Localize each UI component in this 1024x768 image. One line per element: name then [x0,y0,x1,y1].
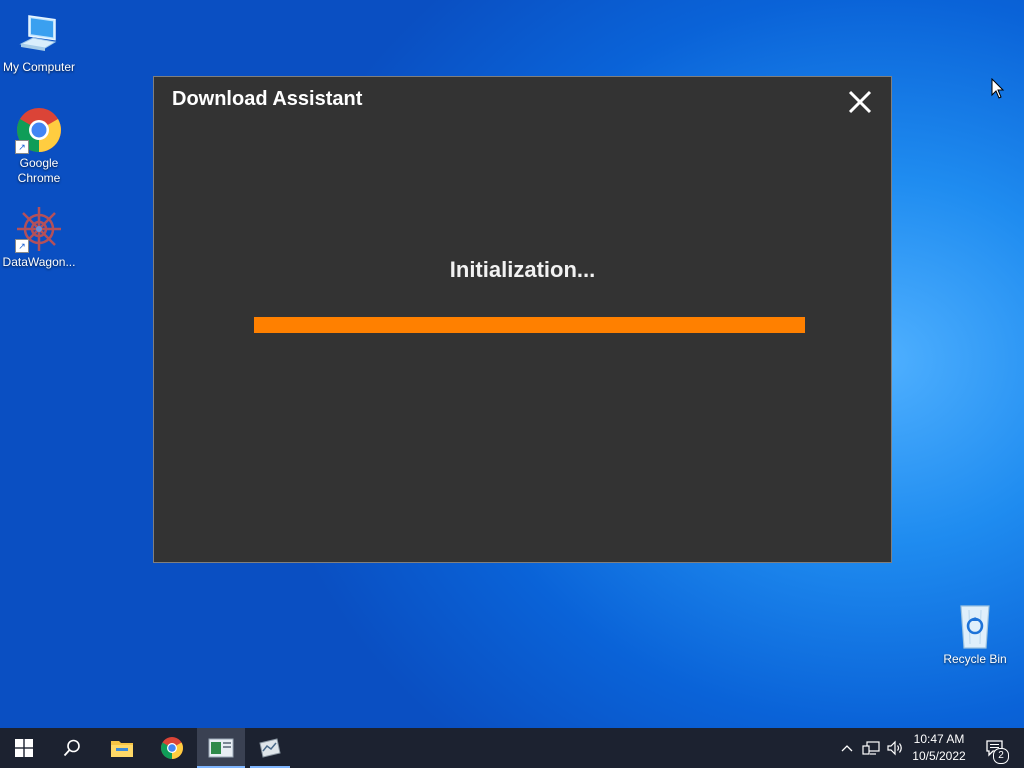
recycle-bin-icon [951,602,999,650]
progress-bar [254,317,805,333]
desktop-icon-label: Google Chrome [17,156,61,185]
datawagon-icon: ↗ [15,205,63,253]
windows-start-icon [15,739,33,757]
search-icon [63,739,80,757]
chrome-icon: ↗ [15,106,63,154]
start-button[interactable] [0,728,48,768]
speaker-icon [887,740,902,756]
taskbar-datawagon[interactable] [246,728,294,768]
shortcut-arrow-icon: ↗ [15,140,29,154]
taskbar-chrome[interactable] [148,728,196,768]
taskbar-clock[interactable]: 10:47 AM 10/5/2022 [904,731,974,765]
download-assistant-dialog: Download Assistant Initialization... [153,76,892,563]
taskbar-download-assistant[interactable] [197,728,245,768]
shortcut-arrow-icon: ↗ [15,239,29,253]
show-hidden-icons-button[interactable] [838,728,856,768]
chevron-up-icon [841,745,853,752]
desktop-icon-label: My Computer [2,60,76,74]
close-icon [848,90,872,114]
file-explorer-icon [111,741,133,757]
network-icon [862,741,880,755]
progress-fill [254,317,805,333]
desktop-icon-label: Recycle Bin [943,652,1007,666]
clock-time: 10:47 AM [913,732,965,746]
clock-date: 10/5/2022 [912,749,966,763]
search-button[interactable] [48,728,96,768]
desktop-icon-datawagon[interactable]: ↗ DataWagon... [0,205,78,270]
desktop-icon-recycle-bin[interactable]: Recycle Bin [936,602,1014,667]
chrome-icon [161,737,183,759]
mouse-cursor-icon [991,77,1005,105]
taskbar-file-explorer[interactable] [98,728,146,768]
desktop-icon-label: DataWagon... [2,255,76,269]
close-button[interactable] [847,89,873,115]
download-assistant-app-icon [208,738,234,758]
action-center-button[interactable]: 2 [980,728,1010,768]
volume-button[interactable] [884,728,906,768]
desktop-icon-my-computer[interactable]: My Computer [0,10,78,75]
desktop-icon-google-chrome[interactable]: ↗ Google Chrome [0,106,78,186]
notification-count-badge: 2 [993,748,1009,764]
dialog-title: Download Assistant [172,88,363,110]
status-text: Initialization... [449,257,596,282]
taskbar: 10:47 AM 10/5/2022 2 [0,728,1024,768]
datawagon-app-icon [259,738,281,758]
network-button[interactable] [860,728,882,768]
computer-icon [15,10,63,58]
